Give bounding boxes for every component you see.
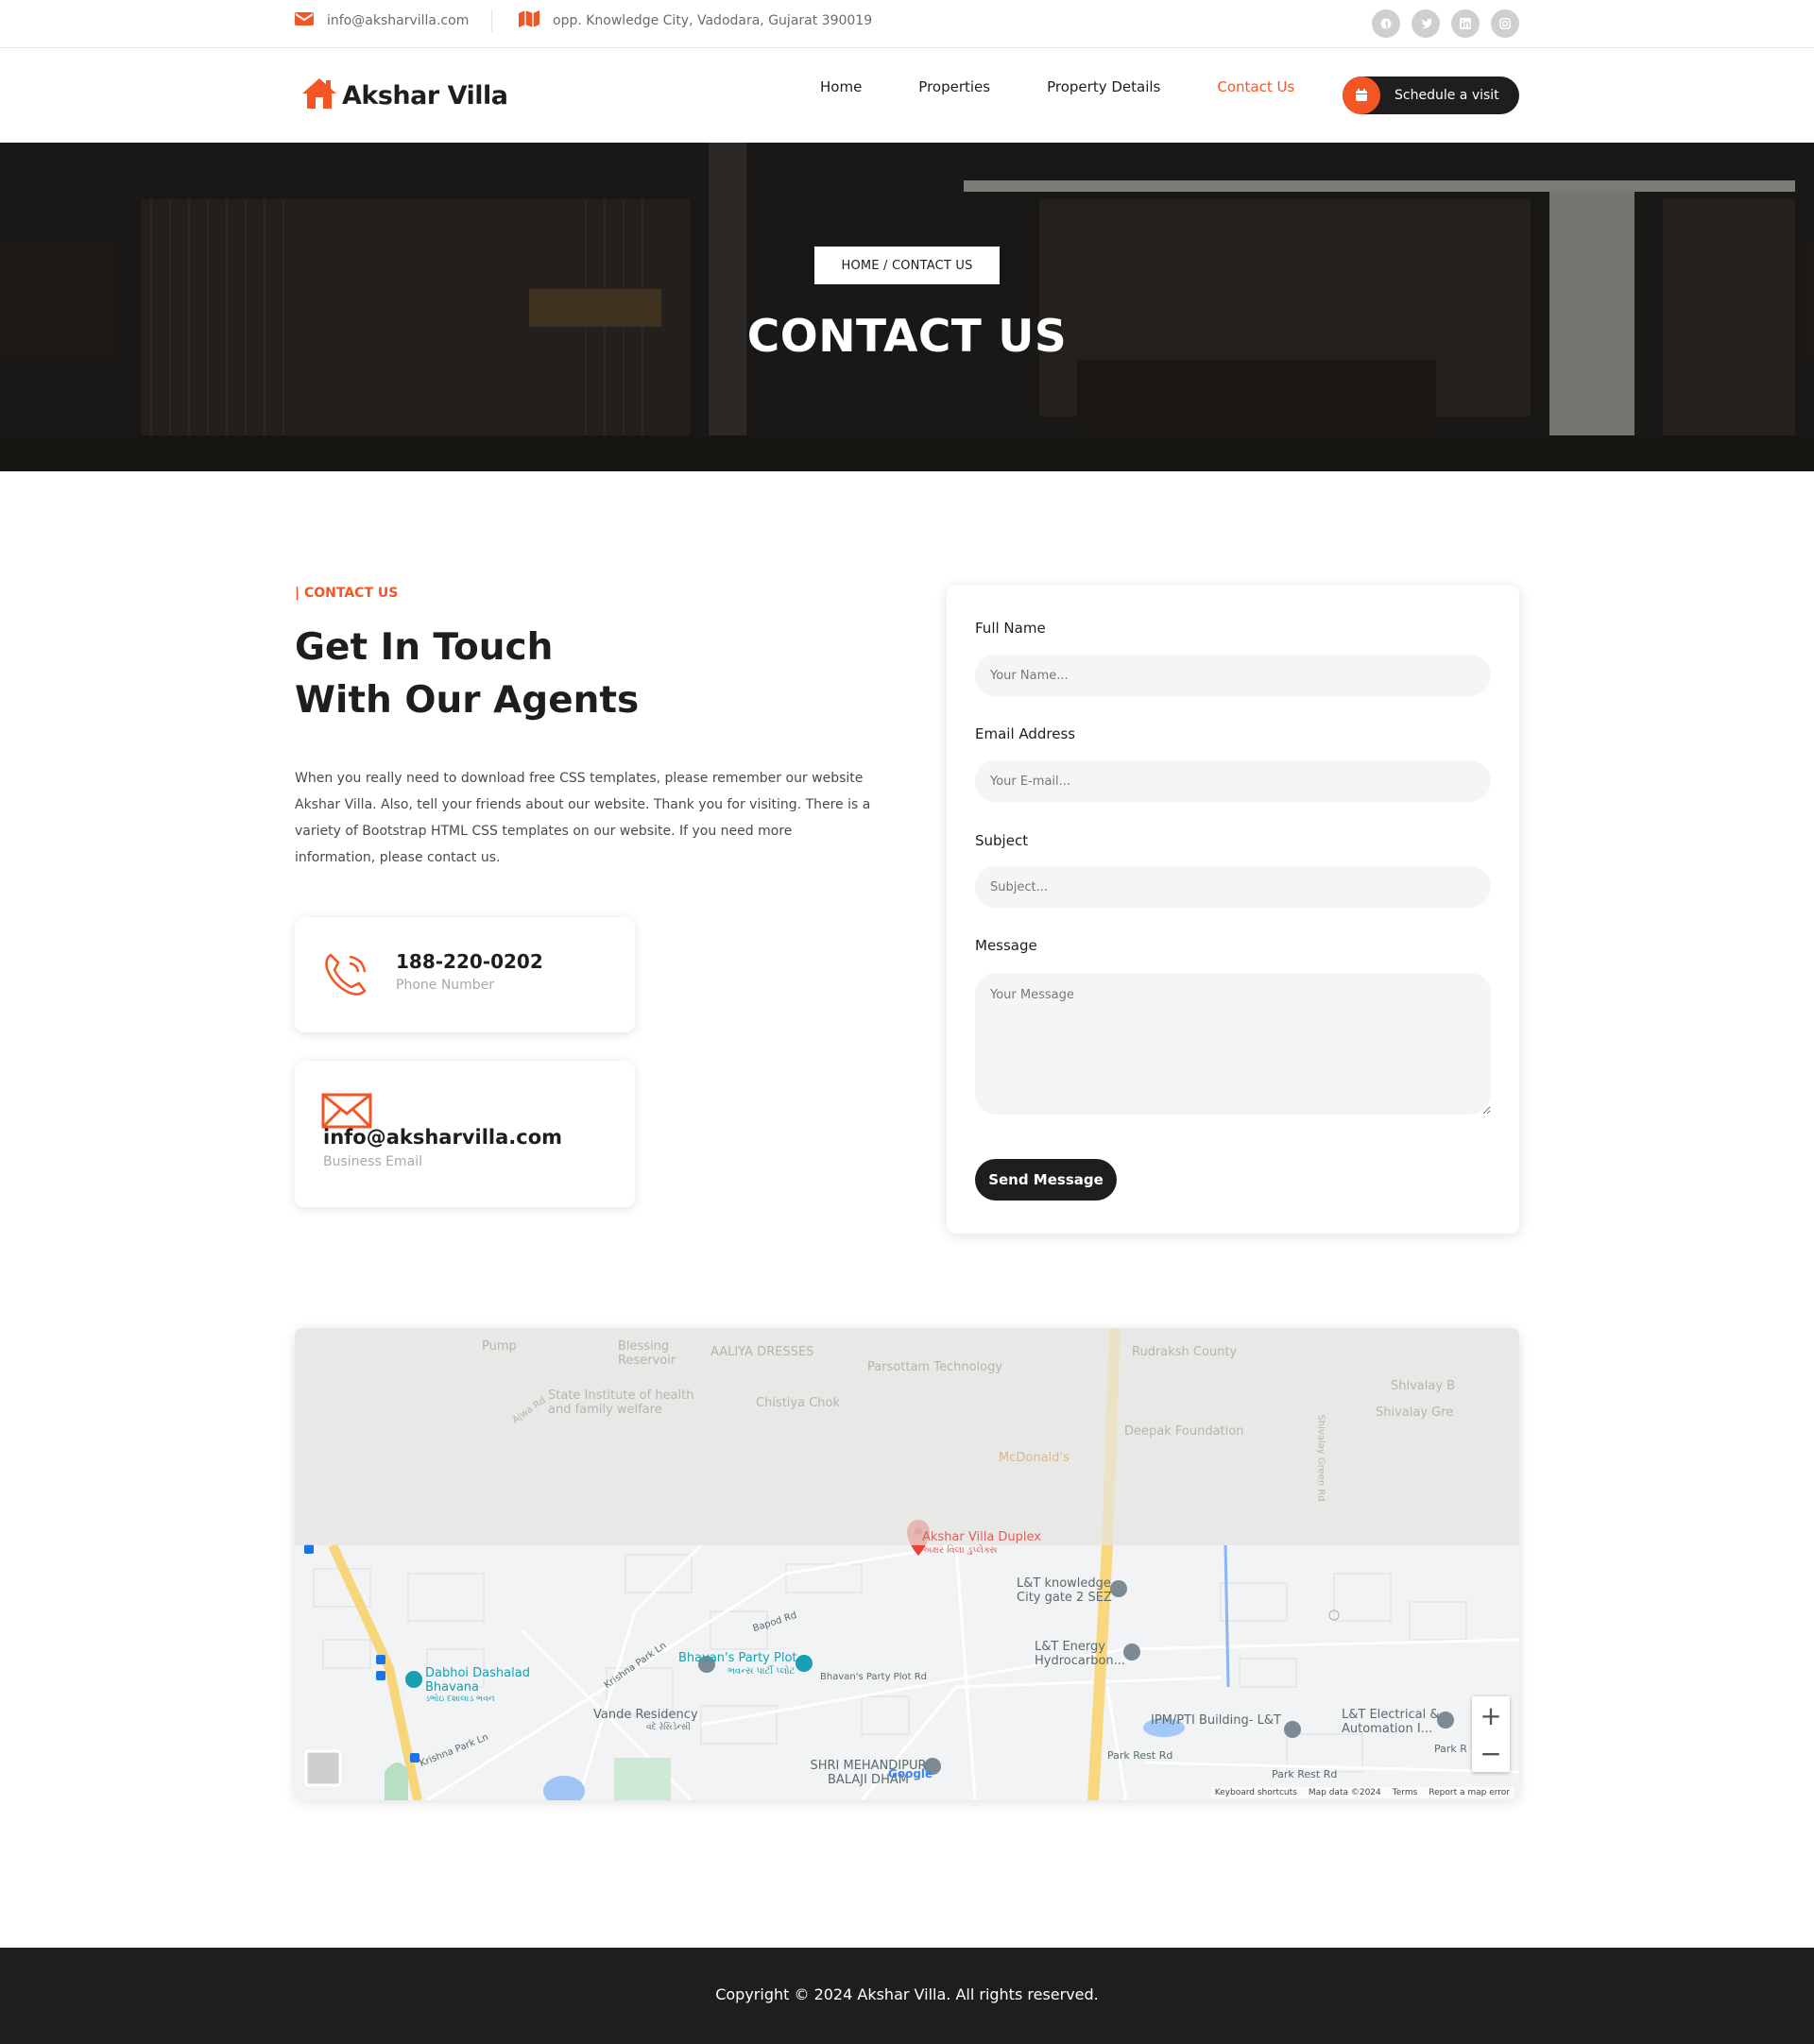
map-label-pump: Pump <box>482 1339 517 1354</box>
main-nav: Home Properties Property Details Contact… <box>820 78 1294 95</box>
embedded-map[interactable]: Pump Blessing Reservoir AALIYA DRESSES P… <box>295 1328 1519 1800</box>
business-email: info@aksharvilla.com <box>323 1126 563 1149</box>
map-label-park-r: Park R <box>1434 1743 1467 1755</box>
logo-text: Akshar Villa <box>342 80 508 111</box>
map-label-vande-gujarati: વંદે રેસિડેન્સી <box>646 1723 691 1732</box>
phone-card[interactable]: 188-220-0202 Phone Number <box>295 917 635 1032</box>
message-label: Message <box>975 937 1037 954</box>
section-eyebrow: | CONTACT US <box>295 586 399 601</box>
phone-icon <box>321 949 372 1004</box>
section-description: When you really need to download free CS… <box>295 771 871 865</box>
map-footer-links: Keyboard shortcuts Map data ©2024 Terms … <box>1210 1787 1514 1798</box>
email-card[interactable]: info@aksharvilla.com Business Email <box>295 1061 635 1207</box>
map-label-shivalay-green-rd: Shivalay Green Rd <box>1315 1414 1326 1502</box>
map-label-shivalay-gre: Shivalay Gre <box>1376 1405 1454 1420</box>
map-label-akshar-villa[interactable]: Akshar Villa Duplex <box>922 1530 1041 1544</box>
map-keyboard-shortcuts[interactable]: Keyboard shortcuts <box>1215 1788 1297 1797</box>
subject-label: Subject <box>975 832 1029 849</box>
full-name-label: Full Name <box>975 620 1046 637</box>
map-label-bhavans-gujarati: ભવન્સ પાર્ટી પ્લોટ <box>727 1666 796 1677</box>
map-label-dabhoi-gujarati: ડભોઇ દશાલાડ ભવન <box>425 1695 495 1704</box>
page-hero: HOME / CONTACT US CONTACT US <box>0 143 1814 471</box>
business-email-label: Business Email <box>323 1154 423 1169</box>
main-header: Akshar Villa Home Properties Property De… <box>0 48 1814 143</box>
page-title: CONTACT US <box>746 311 1068 363</box>
full-name-input[interactable] <box>975 655 1491 696</box>
map-label-blessing: Blessing Reservoir <box>618 1339 676 1368</box>
map-label-state-institute: State Institute of health and family wel… <box>548 1388 694 1417</box>
top-info-bar: info@aksharvilla.com opp. Knowledge City… <box>0 0 1814 48</box>
map-label-mcdonalds: McDonald's <box>999 1451 1070 1465</box>
email-input[interactable] <box>975 760 1491 802</box>
site-footer: Copyright © 2024 Akshar Villa. All right… <box>0 1948 1814 2044</box>
map-label-bhavans-party-plot[interactable]: Bhavan's Party Plot <box>678 1651 797 1665</box>
instagram-icon[interactable] <box>1491 9 1519 38</box>
map-icon <box>519 10 539 31</box>
zoom-in-button[interactable]: + <box>1472 1696 1510 1734</box>
map-label-aaliya: AALIYA DRESSES <box>710 1345 814 1359</box>
topbar-address: opp. Knowledge City, Vadodara, Gujarat 3… <box>491 9 872 32</box>
subject-input[interactable] <box>975 866 1491 908</box>
hero-overlay <box>0 143 1814 471</box>
schedule-visit-button[interactable]: Schedule a visit <box>1343 77 1519 114</box>
headline-line-2: With Our Agents <box>295 679 640 722</box>
twitter-icon[interactable] <box>1412 9 1440 38</box>
map-label-chistiya: Chistiya Chok <box>756 1396 841 1410</box>
message-textarea[interactable] <box>975 973 1491 1115</box>
contact-form: Full Name Email Address Subject Message … <box>947 586 1519 1234</box>
nav-home[interactable]: Home <box>820 78 862 95</box>
map-label-lt-energy[interactable]: L&T Energy Hydrocarbon... <box>1035 1640 1125 1668</box>
map-label-dabhoi[interactable]: Dabhoi Dashalad Bhavana <box>425 1666 534 1695</box>
envelope-icon <box>295 11 314 30</box>
map-label-deepak: Deepak Foundation <box>1124 1424 1244 1439</box>
map-zoom-controls: + − <box>1472 1696 1510 1772</box>
google-logo: Google <box>888 1767 933 1780</box>
headline-line-1: Get In Touch <box>295 626 554 669</box>
copyright-text: Copyright © 2024 Akshar Villa. All right… <box>715 1985 1099 2003</box>
map-label-parsottam: Parsottam Technology <box>867 1360 1003 1374</box>
map-label-akshar-villa-gujarati: અક્ષર વિલા ડુપ્લેક્સ <box>922 1545 998 1556</box>
house-icon <box>300 77 338 114</box>
social-links <box>1372 9 1519 38</box>
topbar-address-text: opp. Knowledge City, Vadodara, Gujarat 3… <box>553 13 873 28</box>
map-label-shivalay-b: Shivalay B <box>1391 1379 1456 1393</box>
email-label: Email Address <box>975 725 1076 742</box>
map-label-lt-electrical[interactable]: L&T Electrical & Automation I... <box>1342 1708 1446 1736</box>
linkedin-icon[interactable] <box>1451 9 1480 38</box>
zoom-out-button[interactable]: − <box>1472 1734 1510 1772</box>
map-report-error[interactable]: Report a map error <box>1429 1788 1510 1797</box>
map-label-park-rest-rd-2: Park Rest Rd <box>1272 1768 1338 1780</box>
breadcrumb[interactable]: HOME / CONTACT US <box>814 247 1000 284</box>
map-label-vande[interactable]: Vande Residency <box>593 1708 698 1722</box>
topbar-email[interactable]: info@aksharvilla.com <box>295 9 469 32</box>
map-label-park-rest-rd-1: Park Rest Rd <box>1107 1749 1173 1762</box>
facebook-icon[interactable] <box>1372 9 1400 38</box>
nav-properties[interactable]: Properties <box>918 78 990 95</box>
nav-contact-us[interactable]: Contact Us <box>1217 78 1294 95</box>
map-label-ipm[interactable]: IPM/PTI Building- L&T <box>1151 1713 1281 1728</box>
section-headline: Get In Touch With Our Agents <box>295 622 639 727</box>
map-label-bhavans-rd: Bhavan's Party Plot Rd <box>820 1672 928 1682</box>
map-label-lt-gate[interactable]: L&T knowledge City gate 2 SEZ <box>1017 1576 1121 1605</box>
map-data: Map data ©2024 <box>1308 1788 1381 1797</box>
topbar-email-text: info@aksharvilla.com <box>327 13 470 28</box>
send-message-button[interactable]: Send Message <box>975 1159 1117 1201</box>
phone-number: 188-220-0202 <box>396 950 543 973</box>
site-logo[interactable]: Akshar Villa <box>300 77 508 114</box>
calendar-icon <box>1343 77 1380 114</box>
map-label-rudraksh: Rudraksh County <box>1132 1345 1238 1359</box>
schedule-visit-label: Schedule a visit <box>1395 88 1499 103</box>
map-terms[interactable]: Terms <box>1393 1788 1418 1797</box>
nav-property-details[interactable]: Property Details <box>1047 78 1160 95</box>
phone-label: Phone Number <box>396 978 495 993</box>
